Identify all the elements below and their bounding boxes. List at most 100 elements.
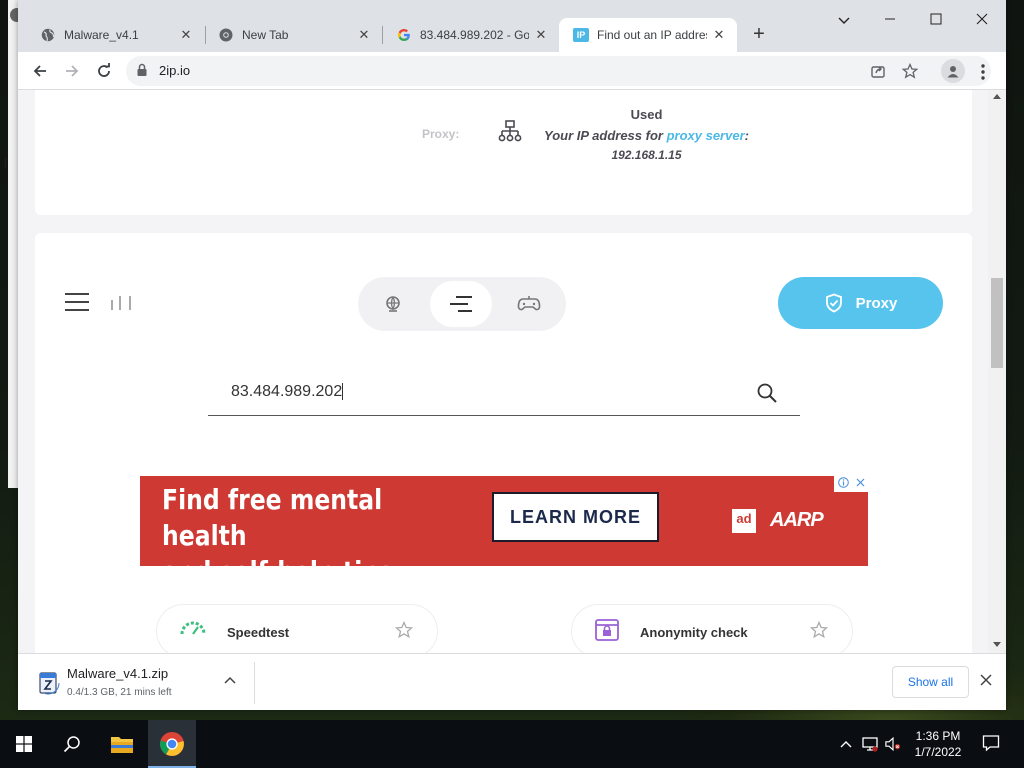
chevron-up-icon[interactable] — [223, 674, 237, 693]
reload-button[interactable] — [93, 60, 115, 82]
search-button[interactable] — [48, 720, 96, 768]
lock-icon[interactable] — [136, 63, 148, 82]
speedtest-tile[interactable]: Speedtest — [157, 605, 437, 653]
proxy-ip-suffix: : — [744, 128, 749, 143]
download-separator — [254, 662, 255, 704]
tab-strip: Malware_v4.1 ✕ New Tab ✕ 83.484.989.202 … — [18, 0, 1006, 52]
shield-check-icon — [824, 293, 844, 313]
background-window-glyph: [ — [4, 158, 7, 169]
clock-date: 1/7/2022 — [914, 745, 962, 759]
ad-line-2: and self-help tips — [162, 554, 414, 566]
tab-label: New Tab — [242, 28, 289, 42]
tab-search-chevron-icon[interactable] — [830, 12, 858, 36]
chrome-icon — [160, 732, 184, 756]
ad-banner[interactable]: Find free mental health and self-help tip… — [140, 476, 868, 566]
speedometer-icon — [179, 618, 207, 645]
ad-headline: Find free mental health and self-help tip… — [162, 482, 414, 566]
notification-icon[interactable] — [982, 734, 1000, 757]
tab-label: 83.484.989.202 - Goo — [420, 28, 529, 42]
gamepad-mode-button[interactable] — [498, 281, 560, 327]
gamepad-icon — [517, 296, 541, 311]
ip-search-value[interactable]: 83.484.989.202 — [231, 383, 342, 400]
chevron-up-icon[interactable] — [838, 736, 854, 752]
ip-favicon: IP — [573, 27, 589, 43]
system-clock[interactable]: 1:36 PM 1/7/2022 — [910, 728, 966, 760]
clock-time: 1:36 PM — [915, 729, 961, 743]
mode-switcher — [358, 277, 566, 331]
new-tab-button[interactable]: + — [749, 24, 769, 44]
taskbar: 1:36 PM 1/7/2022 — [0, 720, 1024, 768]
download-status: 0.4/1.3 GB, 21 mins left — [67, 687, 172, 698]
proxy-status: Used — [630, 107, 663, 122]
search-icon[interactable] — [756, 382, 778, 409]
volume-muted-icon[interactable] — [885, 736, 901, 752]
speedtest-label: Speedtest — [227, 625, 290, 640]
browser-window: Malware_v4.1 ✕ New Tab ✕ 83.484.989.202 … — [18, 0, 1006, 710]
tab-close-icon[interactable]: ✕ — [178, 27, 194, 43]
ad-choices[interactable] — [834, 476, 868, 492]
share-icon[interactable] — [869, 62, 887, 80]
tab-find-ip[interactable]: IP Find out an IP addres ✕ — [559, 18, 737, 52]
lock-window-icon — [594, 618, 620, 647]
more-menu-icon[interactable] — [976, 62, 990, 82]
back-arrow-icon — [33, 65, 46, 77]
address-bar[interactable]: 2ip.io — [126, 56, 991, 86]
hamburger-menu-icon[interactable] — [65, 293, 89, 311]
ip-lookup-card: Proxy 83.484.989.202 Find free mental he… — [35, 233, 972, 653]
proxy-label: Proxy: — [422, 127, 460, 141]
tab-close-icon[interactable]: ✕ — [356, 27, 372, 43]
bookmark-star-icon[interactable] — [901, 62, 919, 80]
tab-malware[interactable]: Malware_v4.1 ✕ — [26, 18, 204, 52]
tab-close-icon[interactable]: ✕ — [533, 27, 549, 43]
scrollbar-thumb[interactable] — [991, 278, 1003, 368]
learn-more-button[interactable]: LEARN MORE — [492, 492, 659, 542]
aarp-logo: AARP — [770, 509, 824, 531]
scroll-down-arrow-icon[interactable] — [993, 642, 1001, 647]
proxy-button[interactable]: Proxy — [778, 277, 943, 329]
reload-icon — [98, 63, 110, 77]
download-shelf: Malware_v4.1.zip 0.4/1.3 GB, 21 mins lef… — [18, 653, 1006, 710]
show-all-button[interactable]: Show all — [892, 666, 969, 698]
forward-arrow-icon — [66, 65, 79, 77]
close-window-button[interactable] — [968, 12, 996, 36]
tab-label: Find out an IP addres — [597, 28, 707, 42]
maximize-button[interactable] — [922, 12, 950, 36]
proxy-server-link[interactable]: proxy server — [667, 128, 745, 143]
page-scrollbar[interactable] — [988, 90, 1006, 653]
folder-icon — [111, 737, 133, 753]
scroll-up-arrow-icon[interactable] — [993, 94, 1001, 99]
url-text[interactable]: 2ip.io — [159, 63, 190, 78]
tab-new-tab[interactable]: New Tab ✕ — [204, 18, 382, 52]
tab-google[interactable]: 83.484.989.202 - Goo ✕ — [382, 18, 559, 52]
favorite-star-icon[interactable] — [809, 620, 829, 644]
language-bars-icon[interactable] — [111, 294, 133, 312]
network-icon[interactable] — [862, 736, 878, 752]
align-lines-icon — [450, 296, 472, 312]
proxy-info-card: Proxy: Used Your IP address for proxy se… — [35, 90, 972, 215]
zip-file-icon[interactable] — [36, 671, 60, 695]
favorite-star-icon[interactable] — [394, 620, 414, 644]
close-download-shelf-icon[interactable] — [980, 673, 992, 691]
tab-close-icon[interactable]: ✕ — [711, 27, 727, 43]
forward-button[interactable] — [61, 60, 83, 82]
lines-mode-button[interactable] — [430, 281, 492, 327]
anonymity-check-label: Anonymity check — [640, 625, 748, 640]
anonymity-check-tile[interactable]: Anonymity check — [572, 605, 852, 653]
minimize-button[interactable] — [876, 12, 904, 36]
start-button[interactable] — [0, 720, 48, 768]
profile-avatar-icon[interactable] — [941, 59, 965, 83]
globe-icon — [40, 27, 56, 43]
ad-info-icon[interactable] — [837, 477, 849, 491]
ad-close-icon[interactable] — [856, 478, 865, 490]
google-icon — [396, 27, 412, 43]
page-viewport: Proxy: Used Your IP address for proxy se… — [18, 90, 1006, 653]
ad-council-logo: ad — [732, 509, 756, 533]
chrome-taskbar-button[interactable] — [148, 720, 196, 768]
globe-icon — [386, 296, 400, 312]
browser-toolbar: 2ip.io — [18, 52, 1006, 90]
back-button[interactable] — [29, 60, 51, 82]
globe-mode-button[interactable] — [362, 281, 424, 327]
file-explorer-button[interactable] — [98, 720, 146, 768]
download-filename[interactable]: Malware_v4.1.zip — [67, 666, 168, 681]
ip-search-input[interactable]: 83.484.989.202 — [208, 373, 800, 416]
